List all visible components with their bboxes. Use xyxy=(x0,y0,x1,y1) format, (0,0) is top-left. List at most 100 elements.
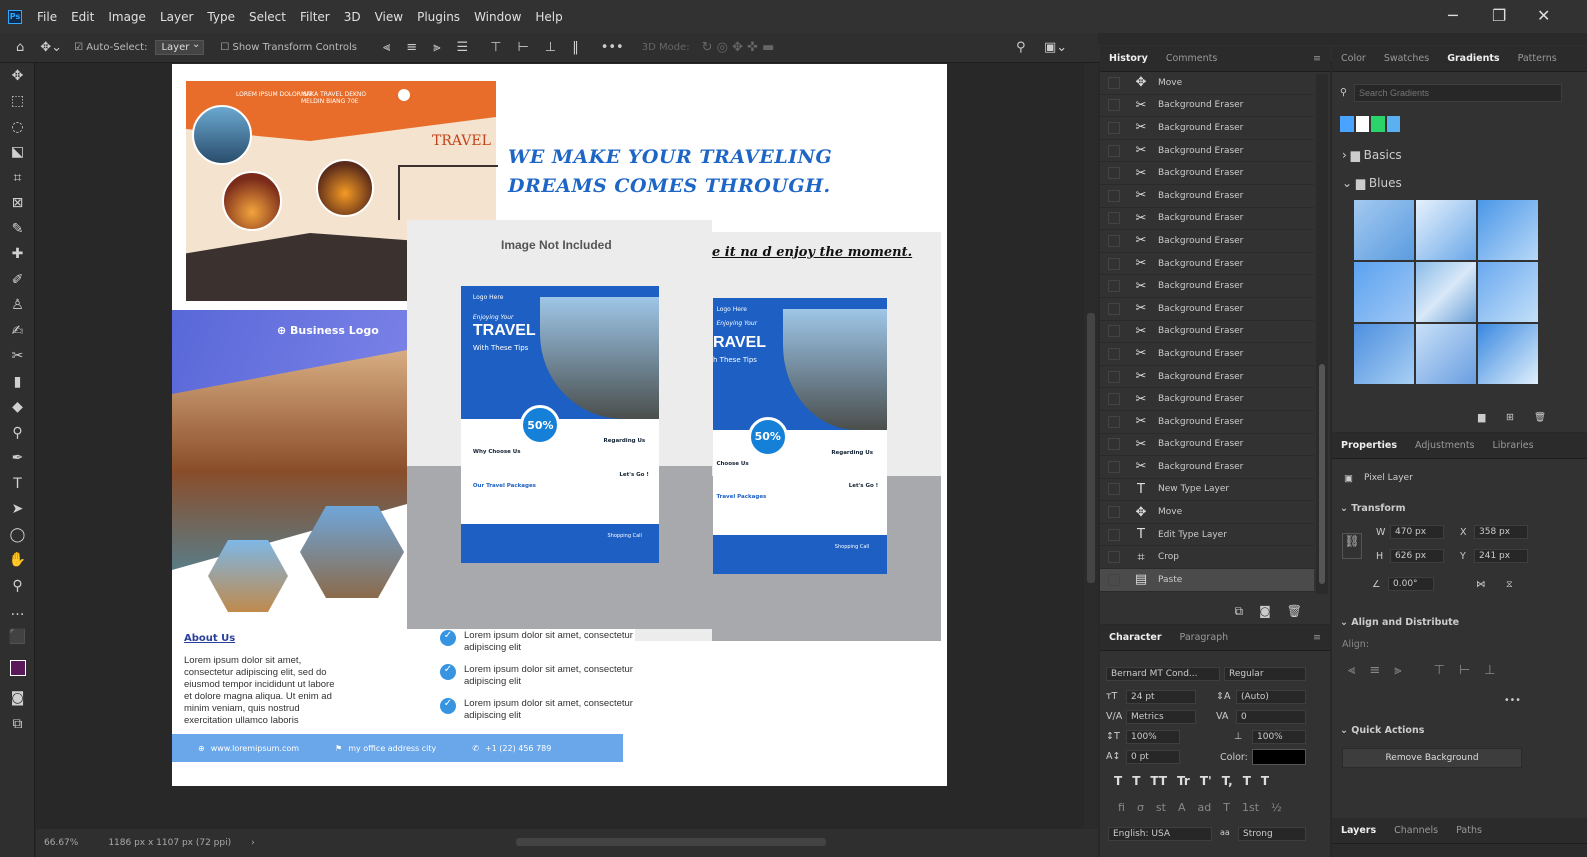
history-item[interactable]: T Edit Type Layer xyxy=(1100,524,1314,547)
gradient-swatch-9[interactable] xyxy=(1478,324,1538,384)
menu-filter[interactable]: Filter xyxy=(293,10,337,24)
align-right-icon[interactable]: ⫸ xyxy=(433,40,440,55)
document-canvas[interactable]: LOREM IPSUM DOLOR SIT MAKA TRAVEL DEKNO … xyxy=(172,64,947,786)
history-item[interactable]: ✂ Background Eraser xyxy=(1100,321,1314,344)
history-item[interactable]: ✂ Background Eraser xyxy=(1100,95,1314,118)
history-snapshot-checkbox[interactable] xyxy=(1108,528,1120,541)
history-snapshot-checkbox[interactable] xyxy=(1108,189,1120,202)
type-style-button[interactable]: T xyxy=(1114,774,1122,788)
history-snapshot-checkbox[interactable] xyxy=(1108,212,1120,225)
type-style-button[interactable]: T' xyxy=(1200,774,1212,788)
move-tool-icon[interactable]: ✥ xyxy=(0,63,35,89)
marquee-tool-icon[interactable]: ⬚ xyxy=(0,89,35,115)
move-tool-icon[interactable]: ✥⌄ xyxy=(40,40,62,55)
search-icon[interactable]: ⚲ xyxy=(1016,40,1026,55)
group-basics[interactable]: › ▆ Basics xyxy=(1342,148,1402,162)
zoom-level[interactable]: 66.67% xyxy=(44,838,78,848)
tab-adjustments[interactable]: Adjustments xyxy=(1406,440,1484,451)
history-scrollbar[interactable] xyxy=(1316,74,1328,594)
align-center-icon[interactable]: ≡ xyxy=(406,40,417,55)
history-item[interactable]: ✂ Background Eraser xyxy=(1100,208,1314,231)
snapshot-icon[interactable]: ◙ xyxy=(1259,604,1271,618)
antialias-select[interactable]: Strong xyxy=(1238,827,1306,841)
restore-button[interactable]: ❐ xyxy=(1492,6,1506,25)
gradient-swatch-1[interactable] xyxy=(1354,200,1414,260)
tab-swatches[interactable]: Swatches xyxy=(1375,53,1438,64)
link-dimensions-icon[interactable]: ⛓ xyxy=(1342,533,1362,559)
type-style-button[interactable]: T xyxy=(1132,774,1140,788)
history-snapshot-checkbox[interactable] xyxy=(1108,121,1120,134)
width-field[interactable]: 470 px xyxy=(1390,525,1444,539)
opentype-button[interactable]: fi xyxy=(1118,801,1125,814)
home-icon[interactable]: ⌂ xyxy=(16,40,24,55)
history-snapshot-checkbox[interactable] xyxy=(1108,257,1120,270)
history-item[interactable]: ✂ Background Eraser xyxy=(1100,275,1314,298)
more-options-icon[interactable]: ••• xyxy=(601,40,624,55)
history-item[interactable]: ✂ Background Eraser xyxy=(1100,411,1314,434)
lasso-tool-icon[interactable]: ◌ xyxy=(0,114,35,140)
history-item[interactable]: ✂ Background Eraser xyxy=(1100,140,1314,163)
y-field[interactable]: 241 px xyxy=(1474,549,1528,563)
menu-file[interactable]: File xyxy=(30,10,64,24)
align-bottom-icon[interactable]: ⊥ xyxy=(545,40,556,55)
tab-paragraph[interactable]: Paragraph xyxy=(1171,632,1238,643)
layer-select[interactable]: Layer xyxy=(155,39,205,55)
frame-tool-icon[interactable]: ⊠ xyxy=(0,191,35,217)
new-group-icon[interactable]: ▆ xyxy=(1478,412,1485,423)
x-field[interactable]: 358 px xyxy=(1474,525,1528,539)
tab-properties[interactable]: Properties xyxy=(1332,440,1406,451)
text-color-swatch[interactable] xyxy=(1252,749,1306,765)
type-tool-icon[interactable]: T xyxy=(0,471,35,497)
history-snapshot-checkbox[interactable] xyxy=(1108,393,1120,406)
history-snapshot-checkbox[interactable] xyxy=(1108,370,1120,383)
history-snapshot-checkbox[interactable] xyxy=(1108,280,1120,293)
screen-mode-icon[interactable]: ⧉ xyxy=(0,711,35,737)
opentype-button[interactable]: ad xyxy=(1198,801,1212,814)
delete-gradient-icon[interactable]: 🗑 xyxy=(1534,412,1546,423)
type-style-button[interactable]: T xyxy=(1261,774,1269,788)
path-select-tool-icon[interactable]: ➤ xyxy=(0,497,35,523)
canvas-horizontal-scrollbar[interactable] xyxy=(516,838,826,846)
opentype-button[interactable]: T xyxy=(1223,801,1230,814)
history-snapshot-checkbox[interactable] xyxy=(1108,302,1120,315)
object-select-tool-icon[interactable]: ⬕ xyxy=(0,140,35,166)
menu-layer[interactable]: Layer xyxy=(153,10,200,24)
align-section[interactable]: ⌄ Align and Distribute xyxy=(1340,617,1459,628)
gradient-swatch-3[interactable] xyxy=(1478,200,1538,260)
new-gradient-icon[interactable]: ⊞ xyxy=(1506,412,1514,423)
gradient-swatch-6[interactable] xyxy=(1478,262,1538,322)
minimize-button[interactable]: ─ xyxy=(1448,6,1458,25)
tab-channels[interactable]: Channels xyxy=(1385,825,1447,836)
tab-patterns[interactable]: Patterns xyxy=(1509,53,1566,64)
history-snapshot-checkbox[interactable] xyxy=(1108,415,1120,428)
history-snapshot-checkbox[interactable] xyxy=(1108,167,1120,180)
align-hcenter-icon[interactable]: ≡ xyxy=(1369,663,1380,678)
ellipse-tool-icon[interactable]: ◯ xyxy=(0,522,35,548)
opentype-button[interactable]: σ xyxy=(1137,801,1144,814)
tab-layers[interactable]: Layers xyxy=(1332,825,1385,836)
history-item[interactable]: ✂ Background Eraser xyxy=(1100,434,1314,457)
gradient-swatch-5[interactable] xyxy=(1416,262,1476,322)
gradient-swatch-7[interactable] xyxy=(1354,324,1414,384)
pen-tool-icon[interactable]: ✒ xyxy=(0,446,35,472)
history-snapshot-checkbox[interactable] xyxy=(1108,506,1120,519)
flip-vertical-icon[interactable]: ⧖ xyxy=(1506,579,1513,590)
distribute-vertical-icon[interactable]: ‖ xyxy=(572,40,579,55)
gradient-swatch-8[interactable] xyxy=(1416,324,1476,384)
group-blues[interactable]: ⌄ ▆ Blues xyxy=(1342,176,1402,190)
opentype-button[interactable]: st xyxy=(1156,801,1166,814)
more-tools-icon[interactable]: … xyxy=(0,599,35,625)
recent-gradients[interactable] xyxy=(1340,116,1400,132)
zoom-tool-icon[interactable]: ⚲ xyxy=(0,573,35,599)
align-bottom-icon[interactable]: ⊥ xyxy=(1484,663,1495,678)
gradient-tool-icon[interactable]: ▮ xyxy=(0,369,35,395)
history-item[interactable]: ✂ Background Eraser xyxy=(1100,230,1314,253)
history-item[interactable]: ⌗ Crop xyxy=(1100,546,1314,570)
hand-tool-icon[interactable]: ✋ xyxy=(0,548,35,574)
history-item[interactable]: ✂ Background Eraser xyxy=(1100,117,1314,140)
history-snapshot-checkbox[interactable] xyxy=(1108,325,1120,338)
tab-libraries[interactable]: Libraries xyxy=(1484,440,1543,451)
history-brush-icon[interactable]: ✍ xyxy=(0,318,35,344)
quick-mask-icon[interactable]: ◙ xyxy=(0,686,35,712)
font-family-select[interactable]: Bernard MT Cond... xyxy=(1106,667,1220,681)
